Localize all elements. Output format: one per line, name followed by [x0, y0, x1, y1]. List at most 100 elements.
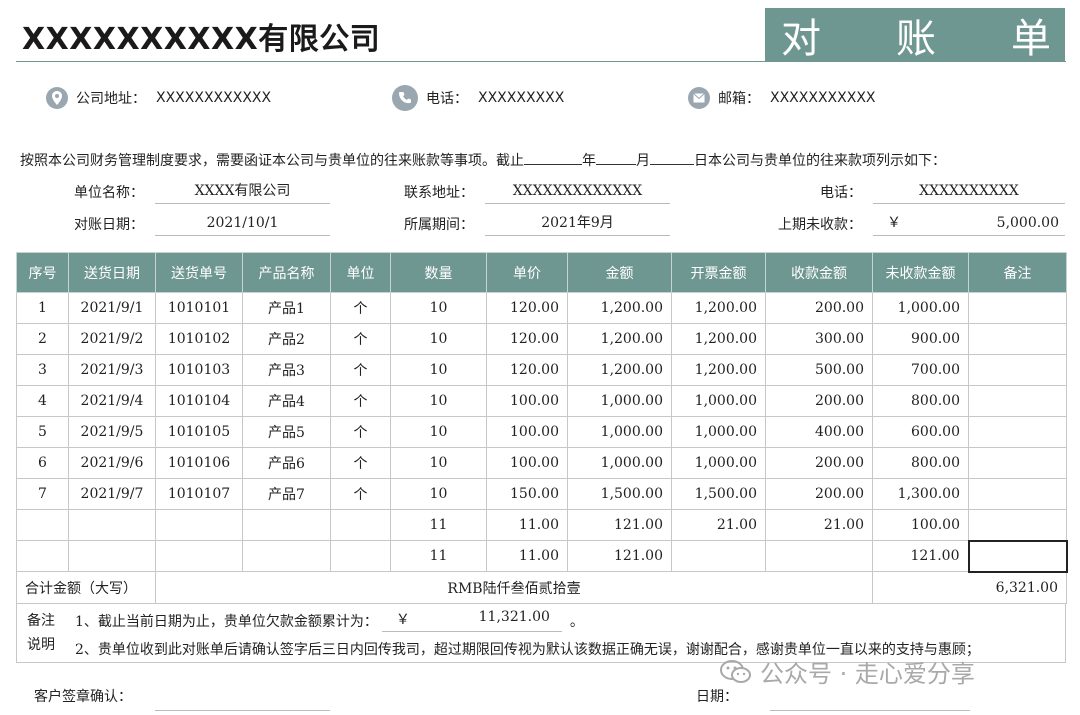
cell-remarks[interactable] — [968, 509, 1067, 541]
cell-remarks[interactable] — [968, 385, 1067, 417]
cell-index[interactable]: 2 — [16, 323, 69, 355]
cell-product-name[interactable] — [242, 509, 331, 541]
cell-delivery-date[interactable]: 2021/9/6 — [68, 447, 156, 479]
cell-unpaid[interactable]: 700.00 — [872, 354, 969, 386]
cell-index[interactable] — [16, 540, 69, 572]
cell-invoiced[interactable]: 1,200.00 — [671, 323, 766, 355]
cell-remarks[interactable] — [968, 292, 1067, 324]
cell-product-name[interactable]: 产品1 — [242, 292, 331, 324]
cell-product-name[interactable]: 产品5 — [242, 416, 331, 448]
cell-delivery-no[interactable]: 1010102 — [155, 323, 243, 355]
cell-unit[interactable]: 个 — [330, 385, 391, 417]
cell-quantity[interactable]: 10 — [390, 354, 487, 386]
meta-phone-value[interactable]: XXXXXXXXXX — [873, 180, 1065, 204]
cell-unpaid[interactable]: 1,000.00 — [872, 292, 969, 324]
cell-quantity[interactable]: 11 — [390, 509, 487, 541]
month-blank[interactable] — [596, 151, 636, 165]
cell-quantity[interactable]: 10 — [390, 447, 487, 479]
cell-delivery-no[interactable]: 1010101 — [155, 292, 243, 324]
cell-remarks[interactable] — [968, 478, 1067, 510]
cell-received[interactable]: 200.00 — [765, 447, 873, 479]
cell-invoiced[interactable]: 1,200.00 — [671, 292, 766, 324]
cell-unit-price[interactable]: 150.00 — [486, 478, 568, 510]
cell-remarks[interactable] — [967, 539, 1068, 573]
cell-unit[interactable]: 个 — [330, 447, 391, 479]
cell-delivery-date[interactable]: 2021/9/5 — [68, 416, 156, 448]
cell-unit-price[interactable]: 11.00 — [486, 540, 568, 572]
cell-quantity[interactable]: 10 — [390, 385, 487, 417]
cell-amount[interactable]: 1,200.00 — [567, 323, 672, 355]
cell-index[interactable]: 6 — [16, 447, 69, 479]
cell-delivery-no[interactable] — [155, 509, 243, 541]
total-words[interactable]: RMB陆仟叁佰贰拾壹 — [155, 571, 873, 604]
cell-delivery-date[interactable]: 2021/9/1 — [68, 292, 156, 324]
cell-delivery-date[interactable] — [68, 509, 156, 541]
cell-received[interactable]: 200.00 — [765, 478, 873, 510]
cell-amount[interactable]: 1,000.00 — [567, 447, 672, 479]
cell-product-name[interactable]: 产品2 — [242, 323, 331, 355]
cell-amount[interactable]: 121.00 — [567, 540, 672, 572]
cell-delivery-no[interactable]: 1010106 — [155, 447, 243, 479]
cell-invoiced[interactable]: 1,500.00 — [671, 478, 766, 510]
cell-unit-price[interactable]: 120.00 — [486, 292, 568, 324]
cell-delivery-no[interactable]: 1010105 — [155, 416, 243, 448]
cell-unpaid[interactable]: 900.00 — [872, 323, 969, 355]
cell-unit[interactable]: 个 — [330, 354, 391, 386]
cell-delivery-no[interactable]: 1010104 — [155, 385, 243, 417]
cell-unpaid[interactable]: 800.00 — [872, 385, 969, 417]
cell-received[interactable]: 400.00 — [765, 416, 873, 448]
cell-unpaid[interactable]: 121.00 — [872, 540, 969, 572]
cell-amount[interactable]: 121.00 — [567, 509, 672, 541]
cell-unit[interactable] — [330, 540, 391, 572]
date-line[interactable] — [770, 710, 970, 711]
cell-received[interactable]: 200.00 — [765, 292, 873, 324]
cell-remarks[interactable] — [968, 447, 1067, 479]
cell-unit-price[interactable]: 120.00 — [486, 323, 568, 355]
cell-amount[interactable]: 1,000.00 — [567, 385, 672, 417]
cell-remarks[interactable] — [968, 323, 1067, 355]
day-blank[interactable] — [650, 151, 694, 165]
cell-quantity[interactable]: 11 — [390, 540, 487, 572]
cell-unit[interactable]: 个 — [330, 416, 391, 448]
cell-invoiced[interactable]: 1,200.00 — [671, 354, 766, 386]
cell-product-name[interactable] — [242, 540, 331, 572]
cell-unit[interactable]: 个 — [330, 478, 391, 510]
cell-unit-price[interactable]: 100.00 — [486, 385, 568, 417]
cell-delivery-no[interactable] — [155, 540, 243, 572]
cell-received[interactable]: 21.00 — [765, 509, 873, 541]
recon-date-value[interactable]: 2021/10/1 — [155, 212, 330, 236]
cell-unpaid[interactable]: 800.00 — [872, 447, 969, 479]
cell-index[interactable]: 7 — [16, 478, 69, 510]
cell-unit-price[interactable]: 100.00 — [486, 447, 568, 479]
cell-index[interactable]: 5 — [16, 416, 69, 448]
cell-unit-price[interactable]: 100.00 — [486, 416, 568, 448]
cell-index[interactable]: 4 — [16, 385, 69, 417]
cell-unit[interactable] — [330, 509, 391, 541]
cell-product-name[interactable]: 产品4 — [242, 385, 331, 417]
cell-amount[interactable]: 1,200.00 — [567, 292, 672, 324]
period-value[interactable]: 2021年9月 — [485, 212, 670, 236]
cell-invoiced[interactable]: 1,000.00 — [671, 447, 766, 479]
total-amount[interactable]: 6,321.00 — [872, 571, 1067, 604]
cell-quantity[interactable]: 10 — [390, 478, 487, 510]
cell-product-name[interactable]: 产品6 — [242, 447, 331, 479]
cell-unit[interactable]: 个 — [330, 292, 391, 324]
cell-remarks[interactable] — [968, 416, 1067, 448]
cell-index[interactable] — [16, 509, 69, 541]
cell-product-name[interactable]: 产品7 — [242, 478, 331, 510]
cell-amount[interactable]: 1,200.00 — [567, 354, 672, 386]
cell-unit[interactable]: 个 — [330, 323, 391, 355]
cell-unpaid[interactable]: 1,300.00 — [872, 478, 969, 510]
cell-unpaid[interactable]: 100.00 — [872, 509, 969, 541]
cell-delivery-no[interactable]: 1010103 — [155, 354, 243, 386]
year-blank[interactable] — [524, 151, 582, 165]
cell-delivery-date[interactable]: 2021/9/2 — [68, 323, 156, 355]
cell-product-name[interactable]: 产品3 — [242, 354, 331, 386]
cell-received[interactable] — [765, 540, 873, 572]
cell-quantity[interactable]: 10 — [390, 416, 487, 448]
cell-unpaid[interactable]: 600.00 — [872, 416, 969, 448]
cell-received[interactable]: 200.00 — [765, 385, 873, 417]
cell-remarks[interactable] — [968, 354, 1067, 386]
signature-line[interactable] — [155, 710, 330, 711]
cell-delivery-date[interactable] — [68, 540, 156, 572]
